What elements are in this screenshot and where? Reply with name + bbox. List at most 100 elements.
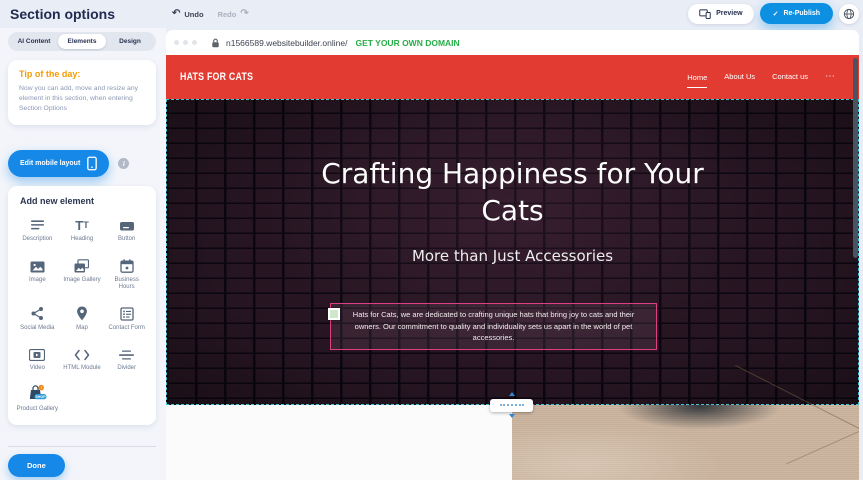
contact-form-icon — [120, 305, 134, 321]
next-section-image — [512, 405, 859, 480]
button-icon — [119, 216, 135, 232]
nav-home[interactable]: Home — [687, 73, 707, 88]
browser-chrome-bar: n1566589.websitebuilder.online/ GET YOUR… — [166, 30, 859, 55]
element-item-label: Contact Form — [108, 325, 144, 333]
language-button[interactable] — [839, 4, 859, 24]
topbar: Section options ↶ Undo Redo ↷ Preview ✓ … — [0, 0, 863, 28]
video-icon — [29, 345, 45, 361]
preview-button[interactable]: Preview — [688, 4, 753, 24]
window-dots — [174, 40, 197, 45]
redo-button[interactable]: Redo ↷ — [218, 9, 249, 19]
element-item-label: Social Media — [20, 325, 54, 333]
element-item-label: Button — [118, 236, 135, 244]
website-builder-app: Section options ↶ Undo Redo ↷ Preview ✓ … — [0, 0, 863, 480]
tip-body: Now you can add, move and resize any ele… — [19, 84, 145, 115]
svg-text:!: ! — [41, 385, 42, 389]
republish-label: Re-Publish — [783, 10, 820, 17]
tab-ai-content[interactable]: AI Content — [10, 34, 58, 49]
element-item-label: Product Gallery — [17, 406, 58, 414]
element-item-label: Description — [22, 236, 52, 244]
product-gallery-icon: ! SHOP — [27, 386, 47, 402]
element-item-divider[interactable]: Divider — [104, 345, 149, 373]
hero-subheading[interactable]: More than Just Accessories — [298, 247, 728, 265]
edit-mobile-layout-button[interactable]: Edit mobile layout — [8, 150, 109, 177]
window-dot — [183, 40, 188, 45]
element-item-image-gallery[interactable]: Image Gallery — [60, 257, 105, 292]
section-resize-handle[interactable] — [490, 392, 533, 418]
map-pin-icon — [76, 305, 88, 321]
tab-elements[interactable]: Elements — [58, 34, 106, 49]
shop-badge: SHOP — [36, 394, 47, 398]
window-dot — [174, 40, 179, 45]
element-item-label: Business Hours — [106, 277, 148, 292]
get-domain-link[interactable]: GET YOUR OWN DOMAIN — [355, 38, 459, 48]
element-item-label: Image Gallery — [63, 277, 100, 285]
element-item-product-gallery[interactable]: ! SHOP Product Gallery — [15, 386, 60, 414]
hero-text-element-selected[interactable]: Hats for Cats, we are dedicated to craft… — [330, 303, 657, 350]
element-item-contact-form[interactable]: Contact Form — [104, 305, 149, 333]
hero-section[interactable]: Crafting Happiness for Your Cats More th… — [166, 99, 859, 405]
element-item-label: Video — [30, 365, 45, 373]
site-url[interactable]: n1566589.websitebuilder.online/ — [226, 38, 347, 48]
add-element-panel: Add new element Description TT Heading — [8, 186, 156, 425]
edit-mobile-row: Edit mobile layout i — [8, 150, 129, 177]
element-item-description[interactable]: Description — [15, 216, 60, 244]
info-icon[interactable]: i — [118, 158, 129, 169]
tab-design[interactable]: Design — [106, 34, 154, 49]
redo-icon: ↷ — [240, 9, 248, 19]
grip-dots-icon — [500, 404, 524, 406]
site-preview-window: n1566589.websitebuilder.online/ GET YOUR… — [166, 30, 859, 480]
phone-icon — [87, 156, 97, 171]
site-header[interactable]: HATS FOR CATS Home About Us Contact us ⋯ — [166, 55, 859, 99]
undo-button[interactable]: ↶ Undo — [172, 9, 204, 19]
tip-of-the-day-card: Tip of the day: Now you can add, move an… — [8, 60, 156, 125]
element-item-social-media[interactable]: Social Media — [15, 305, 60, 333]
nav-contact-us[interactable]: Contact us — [772, 72, 808, 83]
hero-heading[interactable]: Crafting Happiness for Your Cats — [298, 155, 728, 229]
selection-handle[interactable] — [328, 308, 340, 320]
republish-button[interactable]: ✓ Re-Publish — [760, 3, 833, 24]
redo-label: Redo — [218, 10, 237, 19]
hero-body-text: Hats for Cats, we are dedicated to craft… — [339, 309, 648, 344]
paving-joint-line — [786, 431, 859, 464]
site-logo[interactable]: HATS FOR CATS — [180, 71, 253, 83]
element-item-label: Heading — [71, 236, 93, 244]
element-item-html-module[interactable]: HTML Module — [60, 345, 105, 373]
divider-icon — [119, 345, 134, 361]
nav-more-icon[interactable]: ⋯ — [825, 72, 835, 82]
description-icon — [30, 216, 45, 232]
element-item-business-hours[interactable]: Business Hours — [104, 257, 149, 292]
globe-icon — [843, 8, 855, 20]
element-item-map[interactable]: Map — [60, 305, 105, 333]
element-item-label: HTML Module — [63, 365, 100, 373]
element-item-video[interactable]: Video — [15, 345, 60, 373]
element-item-label: Divider — [117, 365, 136, 373]
done-button[interactable]: Done — [8, 454, 65, 477]
social-media-icon — [30, 305, 44, 321]
preview-scrollbar[interactable] — [853, 58, 858, 258]
edit-mobile-label: Edit mobile layout — [20, 160, 80, 167]
sidebar-divider — [8, 446, 156, 447]
nav-about-us[interactable]: About Us — [724, 72, 755, 83]
undo-label: Undo — [184, 10, 203, 19]
image-icon — [30, 257, 45, 273]
page-title: Section options — [10, 6, 115, 22]
resize-arrow-down-icon — [509, 414, 515, 418]
lock-icon — [211, 38, 220, 48]
window-dot — [192, 40, 197, 45]
devices-icon — [699, 9, 711, 19]
element-item-label: Image — [29, 277, 46, 285]
image-gallery-icon — [74, 257, 89, 273]
preview-label: Preview — [716, 10, 742, 17]
element-item-label: Map — [76, 325, 88, 333]
topbar-actions: Preview ✓ Re-Publish — [688, 3, 859, 24]
add-element-title: Add new element — [20, 196, 149, 206]
element-item-button[interactable]: Button — [104, 216, 149, 244]
element-item-image[interactable]: Image — [15, 257, 60, 292]
resize-grip — [490, 399, 533, 412]
undo-redo-group: ↶ Undo Redo ↷ — [172, 0, 249, 28]
resize-arrow-up-icon — [509, 392, 515, 396]
check-icon: ✓ — [773, 10, 779, 18]
undo-icon: ↶ — [172, 9, 180, 19]
element-item-heading[interactable]: TT Heading — [60, 216, 105, 244]
